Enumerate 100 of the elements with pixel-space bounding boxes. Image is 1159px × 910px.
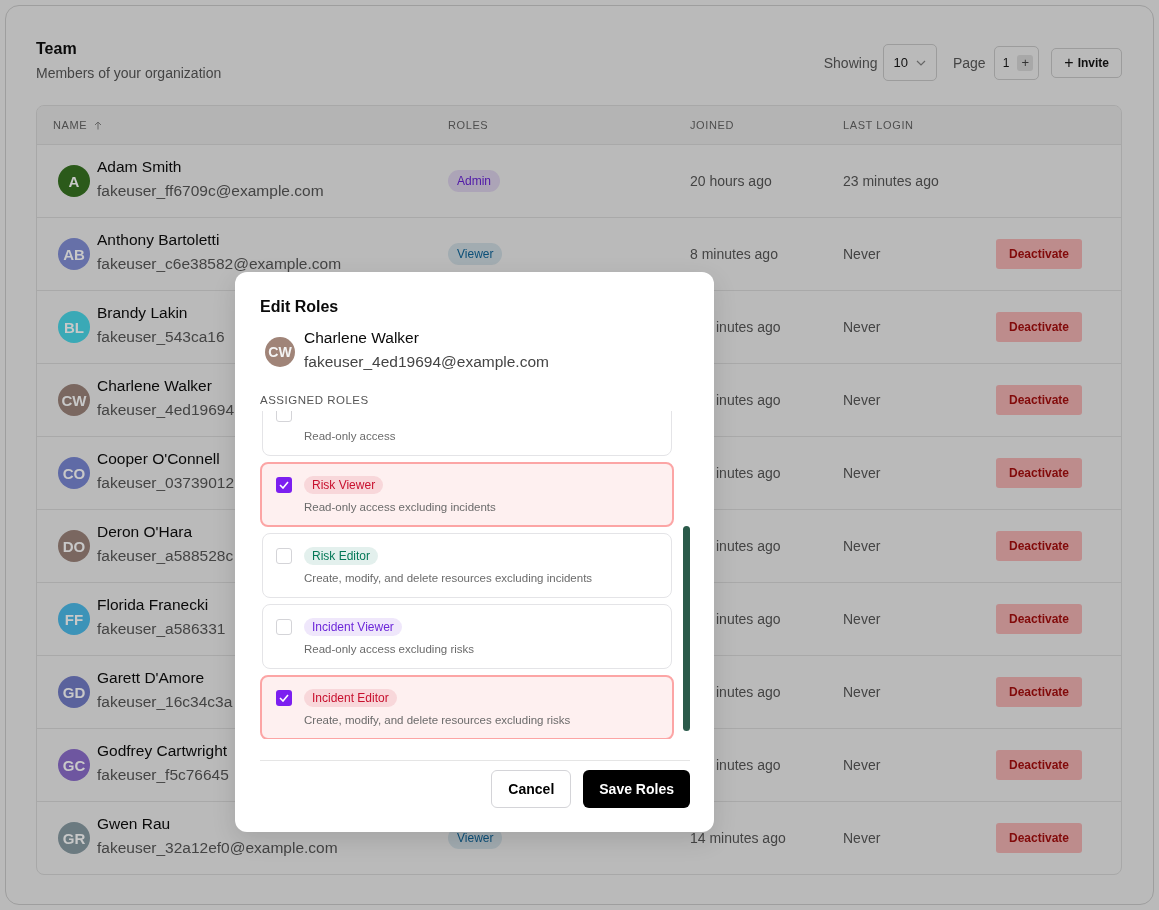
invite-button[interactable]: + Invite [1051,47,1122,78]
avatar: FF [58,603,90,635]
cancel-button[interactable]: Cancel [491,770,572,808]
member-email: fakeuser_543ca16 [97,327,225,347]
member-email: fakeuser_03739012 [97,473,235,493]
showing-label: Showing [823,54,878,71]
avatar: GR [58,822,90,854]
role-option[interactable]: Read-only access [262,411,672,456]
checkbox[interactable] [276,690,292,706]
last-login: 23 minutes ago [843,173,940,189]
user-email: fakeuser_4ed19694@example.com [304,352,549,372]
joined-date: inutes ago [715,611,782,627]
last-login: Never [843,611,882,627]
avatar: GD [58,676,90,708]
avatar: GC [58,749,90,781]
chevron-down-icon [915,59,926,66]
page-field[interactable]: 1 + [993,45,1040,80]
page-label: Page [952,54,986,71]
checkbox[interactable] [276,477,292,493]
avatar: CO [58,457,90,489]
joined-date: 8 minutes ago [690,246,779,262]
member-name: Charlene Walker [97,376,213,396]
member-email: fakeuser_ff6709c@example.com [97,181,324,201]
role-tag: Incident Editor [304,689,397,707]
member-email: fakeuser_16c34c3a [97,692,233,712]
deactivate-button[interactable]: Deactivate [996,239,1083,269]
avatar: BL [58,311,90,343]
joined-date: inutes ago [715,392,782,408]
member-name: Adam Smith [97,157,183,177]
member-name: Godfrey Cartwright [97,741,229,761]
member-name: Florida Franecki [97,595,210,615]
avatar: CW [58,384,90,416]
deactivate-button[interactable]: Deactivate [996,458,1083,488]
last-login: Never [843,830,882,846]
role-option[interactable]: Incident Editor Create, modify, and delete resources excluding risks [260,675,674,739]
deactivate-button[interactable]: Deactivate [996,531,1083,561]
joined-date: inutes ago [715,538,782,554]
checkbox[interactable] [276,548,292,564]
avatar: DO [58,530,90,562]
deactivate-button[interactable]: Deactivate [996,677,1083,707]
role-tag: Admin [448,170,500,192]
deactivate-button[interactable]: Deactivate [996,312,1083,342]
member-name: Brandy Lakin [97,303,189,323]
member-name: Cooper O'Connell [97,449,221,469]
checkmark-icon [279,481,289,489]
role-tag: Risk Editor [304,547,378,565]
avatar: AB [58,238,90,270]
avatar: A [58,165,90,197]
member-email: fakeuser_f5c76645 [97,765,229,785]
joined-date: inutes ago [715,319,782,335]
role-description: Create, modify, and delete resources excluding incidents [304,572,594,584]
last-login: Never [843,465,882,481]
checkbox[interactable] [276,619,292,635]
page-size-select[interactable]: 10 [883,44,937,81]
last-login: Never [843,246,882,262]
column-header[interactable]: NAME [53,119,103,131]
role-option[interactable]: Risk Viewer Read-only access excluding incidents [260,462,674,527]
dialog-title: Edit Roles [260,298,340,316]
user-name: Charlene Walker [304,328,420,348]
joined-date: inutes ago [715,465,782,481]
sort-arrow-icon [94,120,103,130]
last-login: Never [843,684,882,700]
member-email: fakeuser_32a12ef0@example.com [97,838,338,858]
role-option[interactable]: Incident Viewer Read-only access excluding risks [262,604,672,669]
member-email: fakeuser_4ed19694 [97,400,235,420]
page-subtitle: Members of your organization [36,65,222,81]
member-name: Deron O'Hara [97,522,194,542]
role-tag: Incident Viewer [304,618,402,636]
joined-date: inutes ago [715,684,782,700]
joined-date: 20 hours ago [690,173,773,189]
last-login: Never [843,538,882,554]
last-login: Never [843,319,882,335]
deactivate-button[interactable]: Deactivate [996,604,1083,634]
member-email: fakeuser_a586331 [97,619,226,639]
deactivate-button[interactable]: Deactivate [996,823,1083,853]
joined-date: 14 minutes ago [690,830,787,846]
page-title: Team [36,40,78,58]
member-email: fakeuser_a588528c [97,546,234,566]
joined-date: inutes ago [715,757,782,773]
member-email: fakeuser_c6e38582@example.com [97,254,342,274]
member-name: Anthony Bartoletti [97,230,221,250]
checkmark-icon [279,694,289,702]
column-header[interactable]: LAST LOGIN [843,119,914,131]
last-login: Never [843,392,882,408]
scrollbar-thumb[interactable] [683,526,690,731]
column-header[interactable]: ROLES [448,119,489,131]
role-tag: Viewer [448,243,503,265]
page-step-button[interactable]: + [1017,54,1034,71]
avatar: CW [265,337,295,367]
role-description: Create, modify, and delete resources excluding risks [304,714,572,726]
role-description: Read-only access [304,430,397,442]
role-description: Read-only access excluding risks [304,643,476,655]
role-option[interactable]: Risk Editor Create, modify, and delete resources excluding incidents [262,533,672,598]
column-header[interactable]: JOINED [690,119,734,131]
deactivate-button[interactable]: Deactivate [996,385,1083,415]
save-button[interactable]: Save Roles [583,770,690,808]
role-tag: Risk Viewer [304,476,384,494]
deactivate-button[interactable]: Deactivate [996,750,1083,780]
member-name: Gwen Rau [97,814,172,834]
role-description: Read-only access excluding incidents [304,501,497,513]
